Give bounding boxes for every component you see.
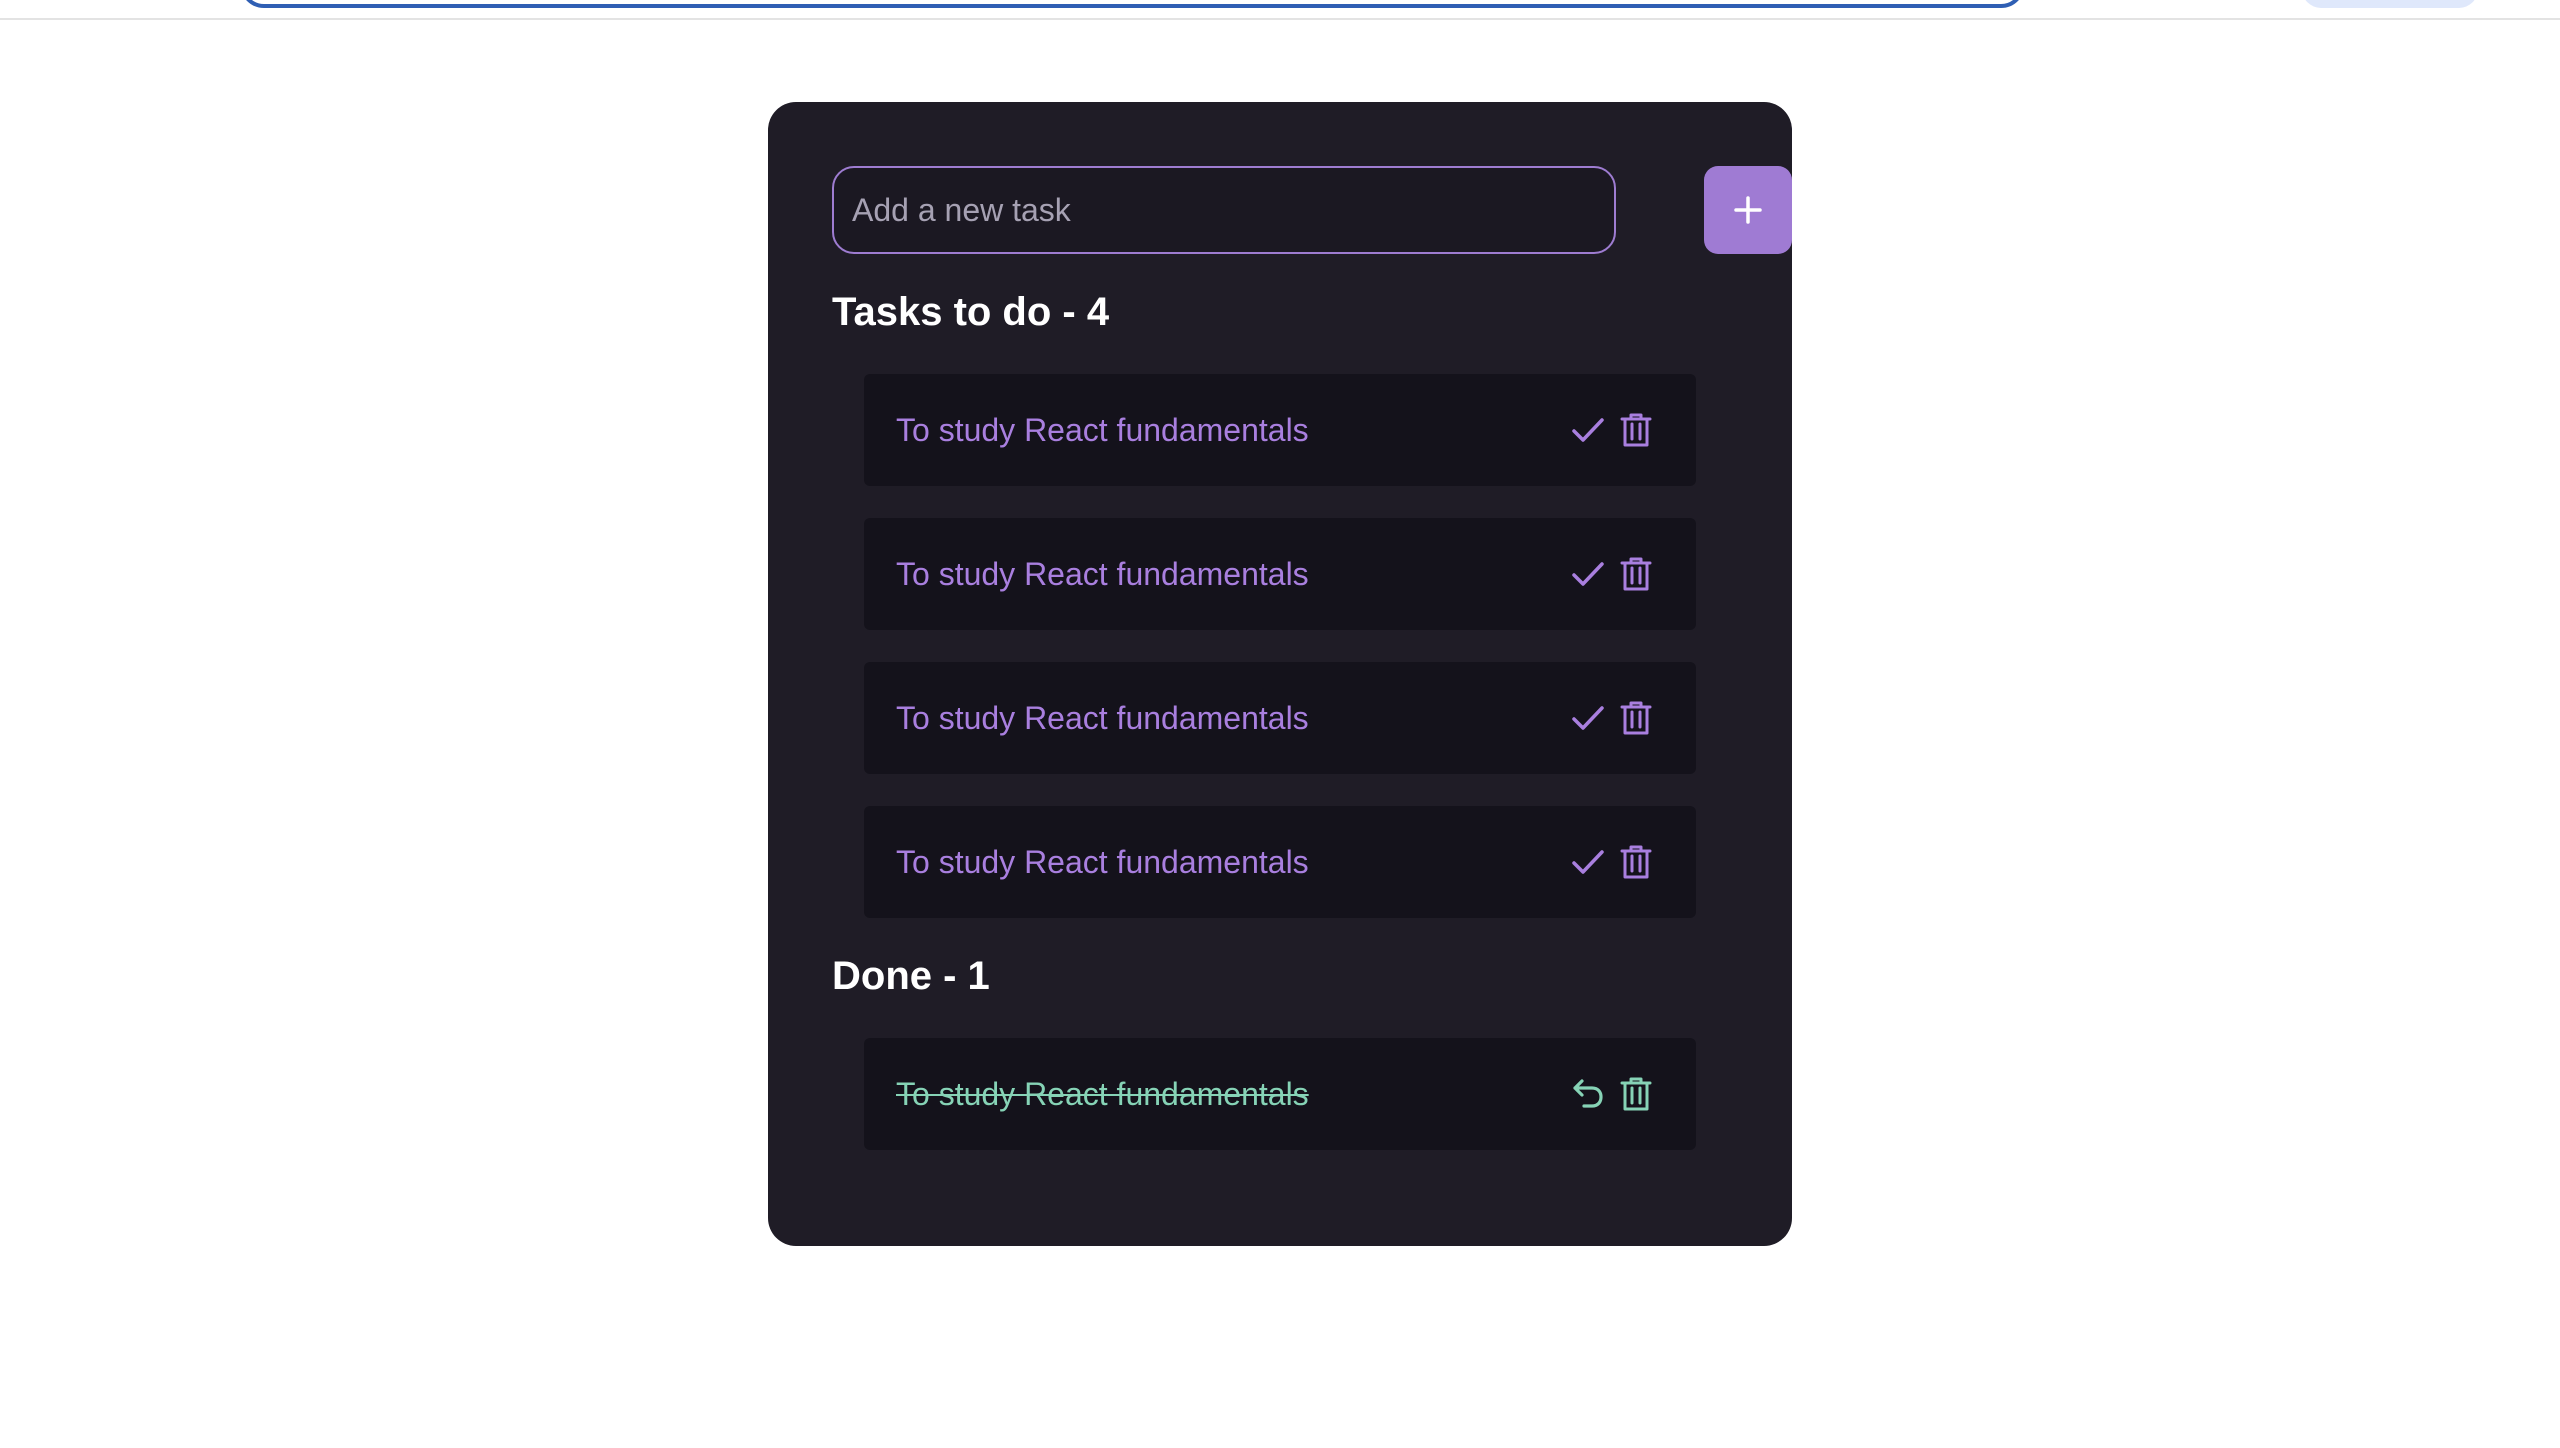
toolbar-chip[interactable]: [2302, 0, 2478, 8]
todo-task-item: To study React fundamentals: [864, 518, 1696, 630]
undo-task-button[interactable]: [1568, 1074, 1608, 1114]
complete-task-button[interactable]: [1568, 410, 1608, 450]
todo-task-item: To study React fundamentals: [864, 374, 1696, 486]
trash-icon: [1620, 845, 1652, 879]
delete-task-button[interactable]: [1616, 842, 1656, 882]
todo-heading: Tasks to do - 4: [832, 290, 1110, 334]
trash-icon: [1620, 413, 1652, 447]
delete-task-button[interactable]: [1616, 1074, 1656, 1114]
todo-task-item: To study React fundamentals: [864, 662, 1696, 774]
delete-task-button[interactable]: [1616, 698, 1656, 738]
add-task-row: [832, 166, 1792, 254]
complete-task-button[interactable]: [1568, 554, 1608, 594]
delete-task-button[interactable]: [1616, 410, 1656, 450]
plus-icon: [1734, 196, 1762, 224]
check-icon: [1572, 418, 1604, 442]
check-icon: [1572, 562, 1604, 586]
trash-icon: [1620, 1077, 1652, 1111]
trash-icon: [1620, 557, 1652, 591]
undo-icon: [1573, 1079, 1603, 1108]
complete-task-button[interactable]: [1568, 698, 1608, 738]
new-task-input[interactable]: [832, 166, 1616, 254]
task-label: To study React fundamentals: [896, 1076, 1309, 1112]
check-icon: [1572, 706, 1604, 730]
browser-toolbar-edge: [0, 0, 2560, 20]
task-label: To study React fundamentals: [896, 700, 1309, 736]
check-icon: [1572, 850, 1604, 874]
todo-card: Tasks to do - 4 To study React fundament…: [768, 102, 1792, 1246]
delete-task-button[interactable]: [1616, 554, 1656, 594]
task-label: To study React fundamentals: [896, 556, 1309, 592]
todo-task-item: To study React fundamentals: [864, 806, 1696, 918]
task-label: To study React fundamentals: [896, 844, 1309, 880]
complete-task-button[interactable]: [1568, 842, 1608, 882]
address-bar[interactable]: [240, 0, 2025, 8]
trash-icon: [1620, 701, 1652, 735]
task-label: To study React fundamentals: [896, 412, 1309, 448]
done-heading: Done - 1: [832, 954, 990, 998]
done-task-item: To study React fundamentals: [864, 1038, 1696, 1150]
add-task-button[interactable]: [1704, 166, 1792, 254]
